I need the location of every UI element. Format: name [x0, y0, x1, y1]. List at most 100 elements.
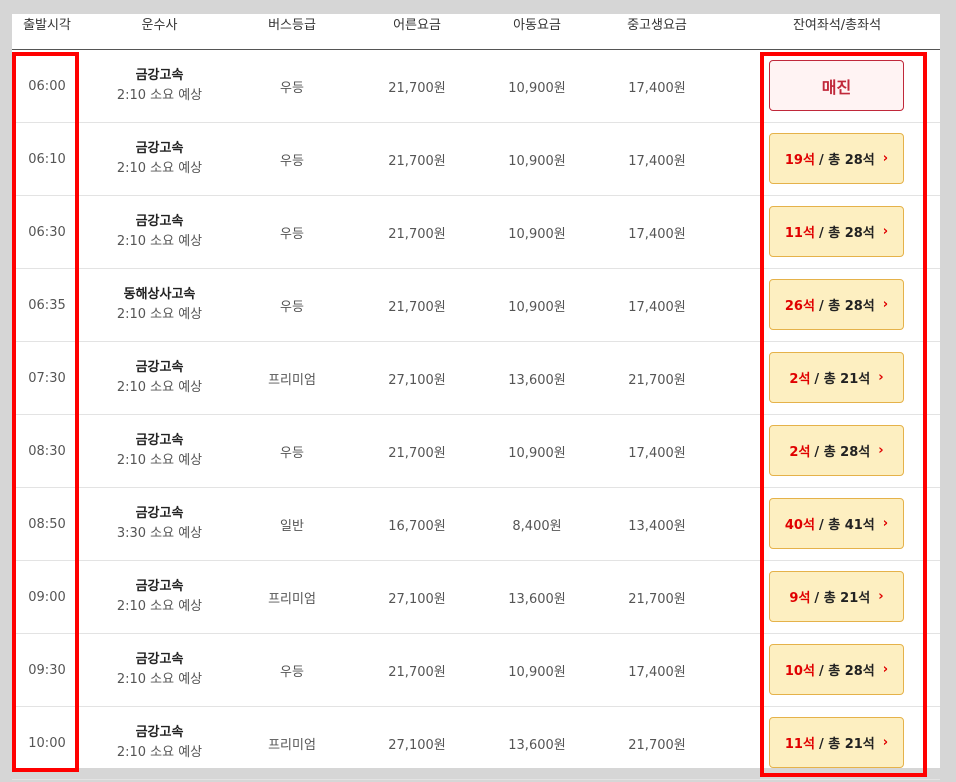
bus-grade: 우등 [280, 664, 304, 680]
seat-select-button[interactable]: 10석 / 총 28석 › [769, 644, 904, 695]
departure-time: 09:00 [28, 589, 66, 605]
chevron-right-icon: › [882, 516, 889, 531]
company-cell: 금강고속 2:10 소요 예상 [97, 196, 222, 268]
student-fare: 17,400원 [628, 445, 686, 461]
company-cell: 금강고속 2:10 소요 예상 [97, 707, 222, 779]
travel-duration: 2:10 소요 예상 [116, 161, 203, 176]
departure-time: 06:35 [28, 297, 66, 313]
departure-time: 08:30 [28, 443, 66, 459]
student-fare: 17,400원 [628, 299, 686, 315]
bus-grade: 우등 [280, 226, 304, 242]
adult-fare: 21,700원 [388, 80, 446, 96]
chevron-right-icon: › [882, 662, 889, 677]
bus-grade: 일반 [280, 518, 304, 534]
adult-fare: 27,100원 [388, 591, 446, 607]
bus-grade: 프리미엄 [268, 737, 316, 753]
table-row: 06:10 금강고속 2:10 소요 예상 우등 21,700원 10,900원 17,40… [12, 123, 940, 196]
chevron-right-icon: › [878, 370, 884, 385]
chevron-right-icon: › [878, 443, 884, 458]
chevron-right-icon: › [882, 151, 889, 166]
bus-grade: 우등 [280, 80, 304, 96]
company-cell: 동해상사고속 2:10 소요 예상 [97, 269, 222, 341]
company-cell: 금강고속 2:10 소요 예상 [97, 415, 222, 487]
remaining-seats: 11석 [784, 737, 815, 752]
bus-grade: 우등 [280, 153, 304, 169]
seat-select-button[interactable]: 2석 / 총 21석 › [769, 352, 904, 403]
travel-duration: 2:10 소요 예상 [116, 599, 203, 614]
adult-fare: 16,700원 [388, 518, 446, 534]
student-fare: 17,400원 [628, 80, 686, 96]
table-row: 09:30 금강고속 2:10 소요 예상 우등 21,700원 10,900원 17,40… [12, 634, 940, 707]
adult-fare: 27,100원 [388, 372, 446, 388]
departure-time: 08:50 [28, 516, 66, 532]
student-fare: 17,400원 [628, 226, 686, 242]
header-child-fare: 아동요금 [513, 18, 561, 33]
travel-duration: 2:10 소요 예상 [116, 453, 203, 468]
company-name: 동해상사고속 [123, 287, 196, 302]
seat-select-button[interactable]: 11석 / 총 28석 › [769, 206, 904, 257]
table-row: 08:50 금강고속 3:30 소요 예상 일반 16,700원 8,400원 13,400… [12, 488, 940, 561]
travel-duration: 2:10 소요 예상 [116, 672, 203, 687]
bus-grade: 우등 [280, 445, 304, 461]
company-cell: 금강고속 2:10 소요 예상 [97, 342, 222, 414]
company-name: 금강고속 [135, 214, 184, 229]
departure-time: 07:30 [28, 370, 66, 386]
company-name: 금강고속 [135, 433, 184, 448]
soldout-button[interactable]: 매진 [769, 60, 904, 111]
header-adult-fare: 어른요금 [393, 18, 441, 33]
total-seats: / 총 28석 [818, 299, 875, 314]
seat-select-button[interactable]: 11석 / 총 21석 › [769, 717, 904, 768]
adult-fare: 21,700원 [388, 664, 446, 680]
seat-select-button[interactable]: 9석 / 총 21석 › [769, 571, 904, 622]
seat-select-button[interactable]: 26석 / 총 28석 › [769, 279, 904, 330]
table-row: 06:30 금강고속 2:10 소요 예상 우등 21,700원 10,900원 17,40… [12, 196, 940, 269]
total-seats: / 총 28석 [818, 226, 875, 241]
company-name: 금강고속 [135, 725, 184, 740]
table-row: 09:00 금강고속 2:10 소요 예상 프리미엄 27,100원 13,600원 21,… [12, 561, 940, 634]
remaining-seats: 40석 [784, 518, 815, 533]
travel-duration: 2:10 소요 예상 [116, 307, 203, 322]
bus-schedule-panel: 출발시각 운수사 버스등급 어른요금 아동요금 중고생요금 잔여좌석/총좌석 0… [12, 14, 940, 780]
table-header: 출발시각 운수사 버스등급 어른요금 아동요금 중고생요금 잔여좌석/총좌석 [12, 14, 940, 50]
header-grade: 버스등급 [268, 18, 316, 33]
chevron-right-icon: › [882, 224, 889, 239]
remaining-seats: 2석 [789, 372, 811, 387]
child-fare: 10,900원 [508, 226, 566, 242]
adult-fare: 21,700원 [388, 299, 446, 315]
bus-grade: 우등 [280, 299, 304, 315]
total-seats: / 총 41석 [818, 518, 875, 533]
travel-duration: 2:10 소요 예상 [116, 88, 203, 103]
travel-duration: 2:10 소요 예상 [116, 234, 203, 249]
adult-fare: 21,700원 [388, 226, 446, 242]
company-cell: 금강고속 2:10 소요 예상 [97, 561, 222, 633]
total-seats: / 총 28석 [814, 445, 871, 460]
child-fare: 10,900원 [508, 153, 566, 169]
chevron-right-icon: › [878, 589, 884, 604]
seat-select-button[interactable]: 40석 / 총 41석 › [769, 498, 904, 549]
child-fare: 13,600원 [508, 591, 566, 607]
departure-time: 09:30 [28, 662, 66, 678]
child-fare: 13,600원 [508, 372, 566, 388]
company-name: 금강고속 [135, 652, 184, 667]
company-name: 금강고속 [135, 360, 184, 375]
remaining-seats: 26석 [784, 299, 815, 314]
child-fare: 10,900원 [508, 664, 566, 680]
header-company: 운수사 [141, 18, 178, 33]
travel-duration: 2:10 소요 예상 [116, 380, 203, 395]
total-seats: / 총 28석 [818, 153, 875, 168]
seat-select-button[interactable]: 2석 / 총 28석 › [769, 425, 904, 476]
student-fare: 17,400원 [628, 153, 686, 169]
company-name: 금강고속 [135, 579, 184, 594]
travel-duration: 3:30 소요 예상 [116, 526, 203, 541]
total-seats: / 총 28석 [818, 664, 875, 679]
table-row: 07:30 금강고속 2:10 소요 예상 프리미엄 27,100원 13,600원 21,… [12, 342, 940, 415]
student-fare: 21,700원 [628, 591, 686, 607]
remaining-seats: 11석 [784, 226, 815, 241]
child-fare: 8,400원 [512, 518, 562, 534]
seat-select-button[interactable]: 19석 / 총 28석 › [769, 133, 904, 184]
table-row: 06:00 금강고속 2:10 소요 예상 우등 21,700원 10,900원 17,40… [12, 50, 940, 123]
adult-fare: 21,700원 [388, 445, 446, 461]
header-departure: 출발시각 [23, 18, 71, 33]
chevron-right-icon: › [882, 297, 889, 312]
student-fare: 17,400원 [628, 664, 686, 680]
